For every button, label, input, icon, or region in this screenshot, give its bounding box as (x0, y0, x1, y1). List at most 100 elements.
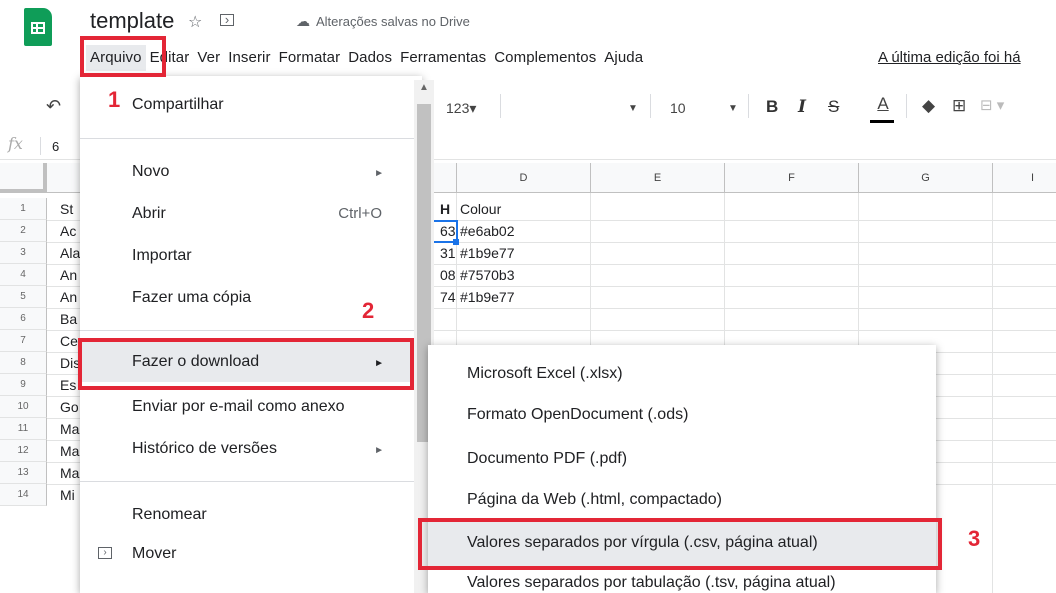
font-size-arrow-icon[interactable]: ▼ (728, 103, 738, 114)
bold-button[interactable]: B (766, 97, 778, 117)
annotation-number: 3 (968, 526, 981, 551)
menu-bar: Arquivo Editar Ver Inserir Formatar Dado… (86, 45, 647, 71)
cell[interactable]: 08 (440, 267, 456, 283)
fill-color-icon[interactable]: ◆ (922, 96, 935, 116)
column-header-d[interactable]: D (456, 163, 590, 193)
star-icon[interactable]: ☆ (188, 12, 202, 32)
toolbar-divider (500, 94, 501, 118)
row-header[interactable]: 13 (0, 462, 47, 484)
annotation-box-csv (418, 518, 942, 570)
cell[interactable]: Ala (60, 245, 80, 261)
menu-separator (80, 138, 414, 139)
move-folder-icon[interactable]: › (220, 13, 234, 26)
cell[interactable]: St (60, 201, 80, 217)
menu-item-label: Valores separados por tabulação (.tsv, p… (467, 574, 836, 591)
document-title[interactable]: template (90, 8, 174, 34)
menu-ajuda[interactable]: Ajuda (600, 45, 647, 71)
row-header[interactable]: 4 (0, 264, 47, 286)
cell[interactable]: Dis (60, 355, 80, 371)
menu-formatar[interactable]: Formatar (275, 45, 345, 71)
merge-cells-icon[interactable]: ⊟ ▾ (980, 96, 1004, 114)
cell[interactable]: Ce (60, 333, 80, 349)
row-header[interactable]: 5 (0, 286, 47, 308)
row-header[interactable]: 3 (0, 242, 47, 264)
cell[interactable]: Go (60, 399, 80, 415)
cell[interactable]: 74 (440, 289, 456, 305)
row-header[interactable]: 7 (0, 330, 47, 352)
cell[interactable]: Mi (60, 487, 80, 503)
menu-ferramentas[interactable]: Ferramentas (396, 45, 490, 71)
number-format-button[interactable]: 123▾ (446, 100, 476, 117)
cell[interactable]: #e6ab02 (460, 223, 515, 239)
cell[interactable]: 31 (440, 245, 456, 261)
font-dropdown-arrow-icon[interactable]: ▼ (628, 103, 638, 114)
menu-item-label: Formato OpenDocument (.ods) (467, 406, 689, 423)
submenu-arrow-icon: ► (374, 168, 384, 179)
row-header[interactable]: 2 (0, 220, 47, 242)
formula-input[interactable]: 6 (52, 139, 59, 154)
cell[interactable]: H (440, 201, 450, 217)
row-header[interactable]: 12 (0, 440, 47, 462)
last-edit-link[interactable]: A última edição foi há (878, 49, 1021, 66)
row-header[interactable]: 6 (0, 308, 47, 330)
annotation-box-arquivo (80, 36, 166, 77)
italic-button[interactable]: I (798, 97, 806, 117)
row-header[interactable]: 14 (0, 484, 47, 506)
menu-item-label: Enviar por e-mail como anexo (132, 398, 345, 415)
toolbar-divider (650, 94, 651, 118)
annotation-number: 2 (362, 298, 375, 323)
column-header-f[interactable]: F (724, 163, 858, 193)
row-header[interactable]: 1 (0, 198, 47, 220)
number-format-label: 123 (446, 100, 470, 116)
toolbar-divider (748, 94, 749, 118)
grid-line (992, 193, 993, 593)
submenu-arrow-icon: ► (374, 445, 384, 456)
cell[interactable]: #1b9e77 (460, 289, 515, 305)
menu-item-label: Histórico de versões (132, 440, 277, 457)
row-header[interactable]: 8 (0, 352, 47, 374)
strikethrough-button[interactable]: S (828, 97, 839, 117)
menu-item-label: Mover (132, 545, 177, 562)
font-size-value[interactable]: 10 (670, 100, 686, 116)
annotation-number: 1 (108, 87, 121, 112)
menu-dados[interactable]: Dados (344, 45, 396, 71)
row-header[interactable]: 10 (0, 396, 47, 418)
cell[interactable]: Ma (60, 465, 80, 481)
row-header[interactable]: 9 (0, 374, 47, 396)
menu-item-label: Importar (132, 247, 192, 264)
menu-item-label: Documento PDF (.pdf) (467, 450, 628, 467)
text-color-swatch (870, 120, 894, 123)
menu-item-label: Abrir (132, 205, 166, 222)
cell[interactable]: Ma (60, 421, 80, 437)
cell[interactable]: Ma (60, 443, 80, 459)
cell[interactable]: #1b9e77 (460, 245, 515, 261)
menu-item-label: Microsoft Excel (.xlsx) (467, 365, 623, 382)
undo-icon[interactable]: ↶ (46, 96, 61, 117)
scroll-up-icon[interactable]: ▲ (419, 82, 429, 93)
cell[interactable]: Es (60, 377, 80, 393)
menu-item-label: Compartilhar (132, 96, 224, 113)
menu-complementos[interactable]: Complementos (490, 45, 600, 71)
toolbar-divider (906, 94, 907, 118)
row-header[interactable]: 11 (0, 418, 47, 440)
file-menu: Compartilhar Novo ► Abrir Ctrl+O Importar … (80, 76, 422, 593)
menu-separator (80, 481, 414, 482)
text-color-button[interactable]: A (868, 94, 898, 114)
cell[interactable]: Ac (60, 223, 80, 239)
select-all-corner[interactable] (0, 163, 47, 193)
borders-icon[interactable]: ⊞ (952, 96, 966, 116)
column-header-h[interactable]: I (992, 163, 1056, 193)
cell[interactable]: An (60, 289, 80, 305)
text-color-label: A (877, 94, 889, 113)
cell[interactable]: Ba (60, 311, 80, 327)
column-header-e[interactable]: E (590, 163, 724, 193)
annotation-box-download (78, 338, 414, 390)
sheets-logo-icon[interactable] (24, 8, 52, 46)
column-header-g[interactable]: G (858, 163, 992, 193)
fill-handle[interactable] (453, 239, 459, 245)
cell[interactable]: An (60, 267, 80, 283)
menu-inserir[interactable]: Inserir (224, 45, 274, 71)
cell[interactable]: #7570b3 (460, 267, 515, 283)
menu-ver[interactable]: Ver (193, 45, 224, 71)
cell[interactable]: Colour (460, 201, 501, 217)
